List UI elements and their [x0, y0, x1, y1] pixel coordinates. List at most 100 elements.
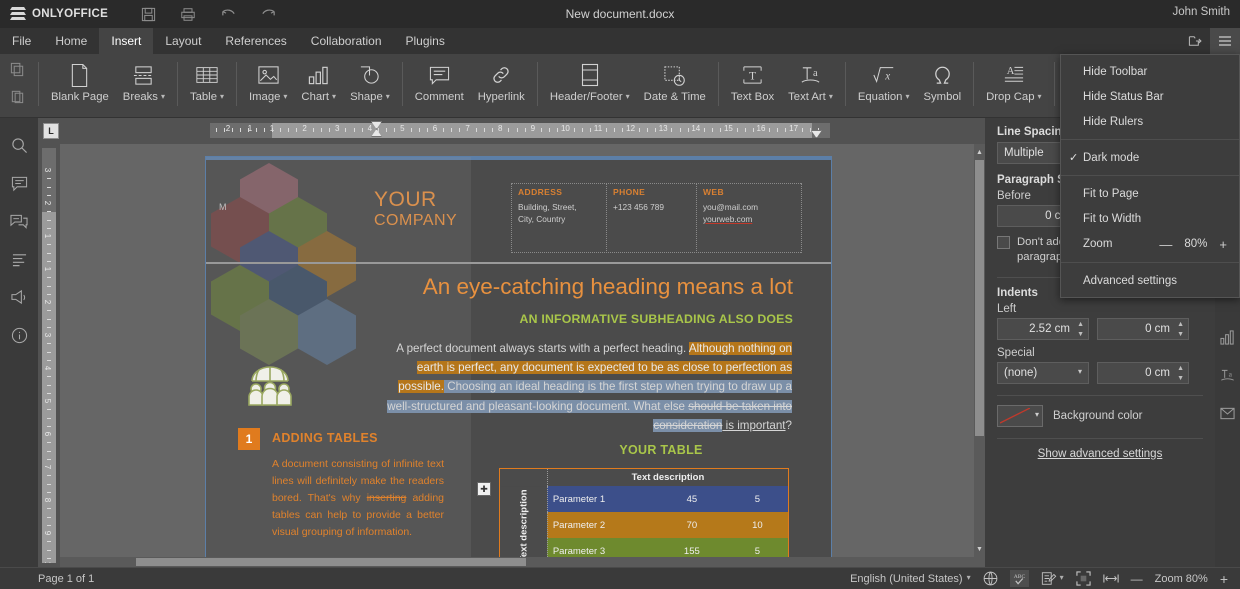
ribbon-drop-cap-button[interactable]: A Drop Cap ▾ [979, 54, 1048, 114]
header-top-rule [511, 183, 801, 184]
ruler-tick [312, 128, 314, 132]
ribbon-label: Comment [414, 91, 464, 103]
scroll-down-arrow-icon[interactable]: ▼ [974, 543, 985, 555]
special-indent-select[interactable]: (none) ▾ [997, 361, 1089, 384]
undo-icon[interactable] [218, 4, 238, 24]
ribbon-separator [236, 62, 237, 106]
status-zoom-in-button[interactable]: + [1220, 571, 1228, 587]
horizontal-ruler-scale[interactable]: 211234567891011121314151617 [210, 123, 830, 138]
stepper-arrows-icon[interactable]: ▲▼ [1177, 321, 1184, 338]
document-vertical-scrollbar[interactable]: ▲ ▼ [974, 144, 985, 567]
ribbon-header-footer-button[interactable]: Header/Footer ▾ [543, 54, 637, 114]
ribbon-shape-button[interactable]: Shape ▾ [343, 54, 397, 114]
menu-item-fit-to-page[interactable]: Fit to Page [1061, 181, 1239, 206]
copy-icon[interactable] [10, 62, 25, 82]
chat-icon[interactable] [0, 202, 38, 240]
feedback-icon[interactable] [0, 278, 38, 316]
main-menu-icon[interactable] [1210, 28, 1240, 54]
special-by-input[interactable]: 0 cm ▲ ▼ [1097, 361, 1189, 384]
horizontal-ruler[interactable]: L 211234567891011121314151617 [38, 118, 995, 144]
text-art-settings-icon[interactable]: a [1215, 356, 1240, 394]
header-cell-line2: yourweb.com [703, 214, 753, 225]
menu-item-dark-mode[interactable]: Dark mode [1061, 145, 1239, 170]
about-icon[interactable] [0, 316, 38, 354]
ruler-number: 7 [43, 464, 52, 470]
menu-item-advanced-settings[interactable]: Advanced settings [1061, 268, 1239, 293]
chevron-down-icon: ▾ [966, 573, 971, 582]
indent-left-input[interactable]: 2.52 cm ▲ ▼ [997, 317, 1089, 340]
print-icon[interactable] [178, 4, 198, 24]
vertical-ruler-scale[interactable]: 3 2 1 1 2 3 4 5 6 7 8 9 10 [42, 148, 56, 563]
vertical-scroll-thumb[interactable] [975, 160, 984, 436]
fit-width-icon[interactable] [1102, 572, 1119, 585]
zoom-out-button[interactable]: — [1159, 237, 1172, 252]
show-advanced-settings-link[interactable]: Show advanced settings [997, 448, 1203, 460]
ruler-tick [361, 128, 363, 132]
comments-icon[interactable] [0, 164, 38, 202]
ribbon-chart-button[interactable]: Chart ▾ [294, 54, 343, 114]
document-table[interactable]: Text description Text description Parame… [499, 468, 789, 566]
ribbon-label: Equation [857, 91, 903, 103]
ribbon-table-button[interactable]: Table ▾ [183, 54, 231, 114]
ruler-tick [606, 128, 608, 132]
tab-plugins[interactable]: Plugins [394, 28, 457, 54]
user-name[interactable]: John Smith [1172, 6, 1230, 18]
headings-icon[interactable] [0, 240, 38, 278]
mail-merge-icon[interactable] [1215, 394, 1240, 432]
dont-add-interval-checkbox[interactable] [997, 236, 1010, 249]
ruler-tick [47, 351, 51, 353]
ruler-number: 5 [400, 124, 405, 133]
fit-page-icon[interactable] [1075, 571, 1091, 586]
search-icon[interactable] [0, 126, 38, 164]
stepper-arrows-icon[interactable]: ▲▼ [1077, 321, 1084, 338]
chevron-down-icon[interactable]: ▾ [1035, 410, 1039, 419]
ribbon-blank-page-button[interactable]: Blank Page [44, 54, 116, 114]
ribbon-text-box-button[interactable]: T Text Box [724, 54, 781, 114]
ribbon-date-time-button[interactable]: Date & Time [637, 54, 713, 114]
language-globe-icon[interactable] [983, 571, 998, 586]
paste-icon[interactable] [10, 89, 25, 109]
ribbon-symbol-button[interactable]: Symbol [916, 54, 968, 114]
stepper-arrows-icon[interactable]: ▲▼ [1177, 365, 1184, 382]
ribbon-comment-button[interactable]: Comment [408, 54, 471, 114]
menu-item-fit-to-width[interactable]: Fit to Width [1061, 206, 1239, 231]
ribbon-image-button[interactable]: Image ▾ [242, 54, 294, 114]
ribbon-equation-button[interactable]: x Equation ▾ [851, 54, 917, 114]
status-zoom-out-button[interactable]: — [1131, 572, 1143, 586]
scroll-up-arrow-icon[interactable]: ▲ [974, 146, 985, 158]
redo-icon[interactable] [258, 4, 278, 24]
status-zoom-label[interactable]: Zoom 80% [1155, 573, 1208, 585]
document-page[interactable]: M YOUR COMPANY ADDRESS Building, Street,… [206, 157, 831, 567]
tab-home[interactable]: Home [43, 28, 99, 54]
menu-item-hide-toolbar[interactable]: Hide Toolbar [1061, 59, 1239, 84]
table-move-handle-icon[interactable]: ✚ [477, 482, 491, 496]
background-color-button[interactable]: ▾ [997, 404, 1043, 427]
open-file-location-icon[interactable] [1180, 28, 1210, 54]
ribbon-text-art-button[interactable]: a Text Art ▾ [781, 54, 840, 114]
menu-item-hide-status-bar[interactable]: Hide Status Bar [1061, 84, 1239, 109]
tab-file[interactable]: File [0, 28, 43, 54]
save-icon[interactable] [138, 4, 158, 24]
spellcheck-icon[interactable]: ABC [1009, 570, 1029, 587]
vertical-ruler[interactable]: 3 2 1 1 2 3 4 5 6 7 8 9 10 [38, 144, 60, 567]
menu-item-hide-rulers[interactable]: Hide Rulers [1061, 109, 1239, 134]
ribbon-breaks-button[interactable]: Breaks ▾ [116, 54, 172, 114]
view-options-menu[interactable]: Hide Toolbar Hide Status Bar Hide Rulers… [1060, 54, 1240, 298]
menu-zoom-row[interactable]: Zoom — 80% + [1061, 231, 1239, 257]
tab-references[interactable]: References [213, 28, 298, 54]
tab-insert[interactable]: Insert [99, 28, 154, 54]
tab-collaboration[interactable]: Collaboration [299, 28, 394, 54]
track-changes-icon[interactable]: ▾ [1041, 571, 1064, 586]
document-canvas[interactable]: M YOUR COMPANY ADDRESS Building, Street,… [60, 144, 985, 567]
chart-settings-icon[interactable] [1215, 318, 1240, 356]
document-horizontal-scrollbar[interactable] [60, 557, 974, 567]
ribbon-hyperlink-button[interactable]: Hyperlink [471, 54, 532, 114]
tab-stop-selector[interactable]: L [43, 123, 59, 139]
zoom-in-button[interactable]: + [1219, 237, 1227, 252]
ruler-tick [622, 128, 624, 132]
language-selector[interactable]: English (United States) ▾ [850, 573, 971, 585]
ruler-number: 14 [691, 124, 701, 133]
tab-layout[interactable]: Layout [153, 28, 213, 54]
horizontal-scroll-thumb[interactable] [136, 558, 526, 566]
indent-right-input[interactable]: 0 cm ▲ ▼ [1097, 317, 1189, 340]
